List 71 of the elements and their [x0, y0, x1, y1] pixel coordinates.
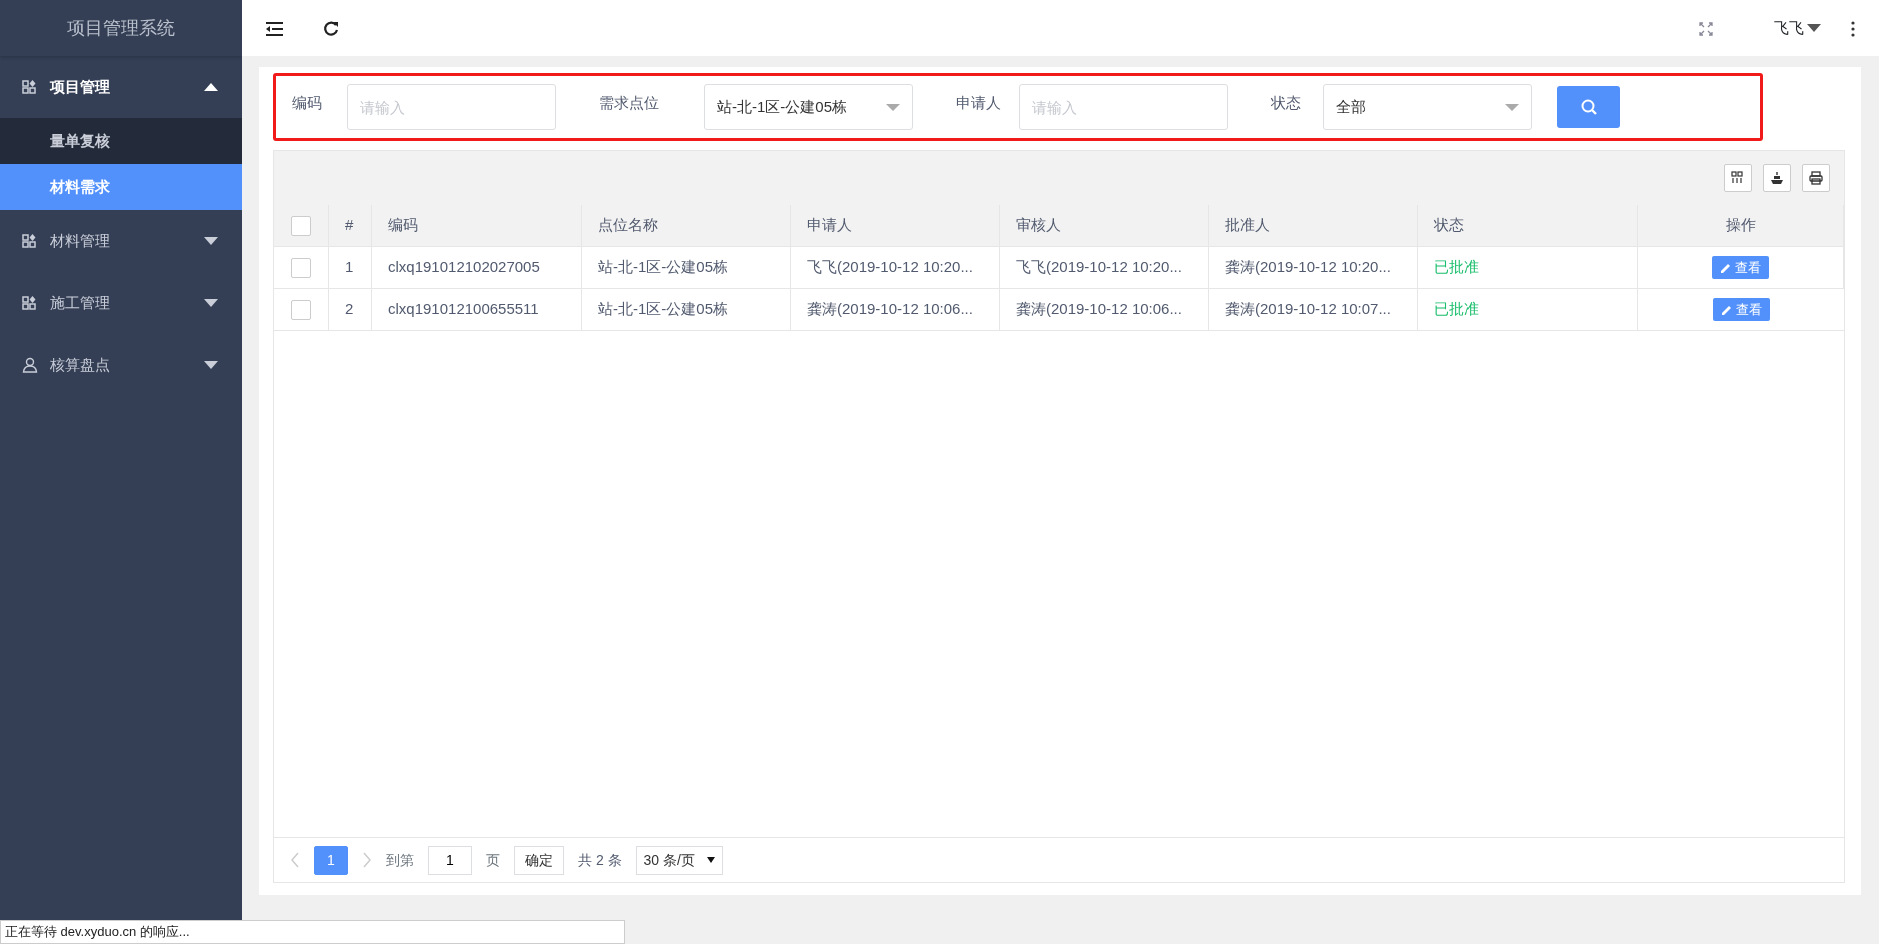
vertical-dots-icon [1851, 20, 1855, 37]
column-header: 批准人 [1209, 205, 1418, 247]
table-cell: 飞飞(2019-10-12 10:20... [1000, 247, 1209, 289]
app-title: 项目管理系统 [0, 0, 242, 56]
confirm-button[interactable]: 确定 [514, 845, 564, 875]
apps-icon [22, 295, 38, 311]
chevron-left-icon [290, 852, 300, 868]
collapse-icon [266, 21, 283, 36]
column-header: 点位名称 [582, 205, 791, 247]
submenu-item[interactable]: 量单复核 [0, 118, 242, 164]
table-cell: clxq191012102027005 [372, 247, 582, 289]
menu-item[interactable]: 核算盘点 [0, 334, 242, 396]
checkbox[interactable] [291, 299, 311, 320]
column-header: # [329, 205, 372, 247]
table-cell: 站-北-1区-公建05栋 [582, 247, 791, 289]
table-cell: 飞飞(2019-10-12 10:20... [791, 247, 1000, 289]
columns-button[interactable] [1724, 164, 1752, 192]
user-menu-button[interactable]: 飞飞 [1773, 16, 1821, 40]
page-number-field[interactable]: 1 [428, 845, 472, 875]
print-icon [1809, 171, 1823, 185]
caret-icon [1807, 24, 1821, 32]
table-cell: 龚涛(2019-10-12 10:06... [791, 289, 1000, 331]
column-header: 状态 [1418, 205, 1638, 247]
page-size-select[interactable]: 30 条/页 [635, 845, 723, 875]
search-button[interactable] [1557, 86, 1620, 128]
column-header: 操作 [1638, 205, 1844, 247]
search-icon [1580, 99, 1597, 115]
table-cell: 龚涛(2019-10-12 10:07... [1209, 289, 1418, 331]
checkbox[interactable] [291, 215, 311, 236]
page-unit-label: 页 [486, 850, 500, 870]
export-button[interactable] [1763, 164, 1791, 192]
table-cell: 龚涛(2019-10-12 10:06... [1000, 289, 1209, 331]
menu-item[interactable]: 施工管理 [0, 272, 242, 334]
filter-label: 编码 [292, 92, 323, 113]
table-cell: 站-北-1区-公建05栋 [582, 289, 791, 331]
checkbox[interactable] [291, 257, 311, 278]
column-header: 申请人 [791, 205, 1000, 247]
print-button[interactable] [1802, 164, 1830, 192]
fullscreen-icon [1698, 21, 1713, 36]
dropdown-select[interactable]: 站-北-1区-公建05栋 [704, 84, 913, 130]
status-text: 已批准 [1418, 247, 1638, 289]
browser-status-bar: 正在等待 dev.xyduo.cn 的响应... [0, 920, 625, 944]
menu-item[interactable]: 材料管理 [0, 210, 242, 272]
apps-icon [22, 233, 38, 249]
total-count: 共 2 条 [578, 850, 622, 870]
chevron-right-icon [362, 852, 372, 868]
caret-icon [204, 361, 218, 369]
column-header: 审核人 [1000, 205, 1209, 247]
column-header: 编码 [372, 205, 582, 247]
columns-icon [1731, 171, 1745, 185]
filter-label: 状态 [1271, 92, 1302, 113]
status-text: 已批准 [1418, 289, 1638, 331]
user-icon [22, 357, 38, 373]
dropdown-select[interactable]: 全部 [1323, 84, 1532, 130]
caret-icon [204, 299, 218, 307]
table-cell: 2 [329, 289, 372, 331]
pencil-icon [1720, 303, 1732, 316]
apps-icon [22, 79, 38, 95]
filter-label: 申请人 [956, 92, 1002, 113]
table-cell: clxq191012100655511 [372, 289, 582, 331]
pencil-icon [1720, 261, 1731, 274]
menu-item[interactable]: 项目管理 [0, 56, 242, 118]
caret-icon [706, 857, 715, 863]
table-cell: 1 [329, 247, 372, 289]
filter-label: 需求点位 [599, 92, 660, 113]
caret-icon [204, 83, 218, 91]
caret-icon [204, 237, 218, 245]
table-cell: 龚涛(2019-10-12 10:20... [1209, 247, 1418, 289]
refresh-icon [323, 20, 339, 37]
goto-label: 到第 [386, 850, 414, 870]
tray-icon [1770, 171, 1784, 185]
